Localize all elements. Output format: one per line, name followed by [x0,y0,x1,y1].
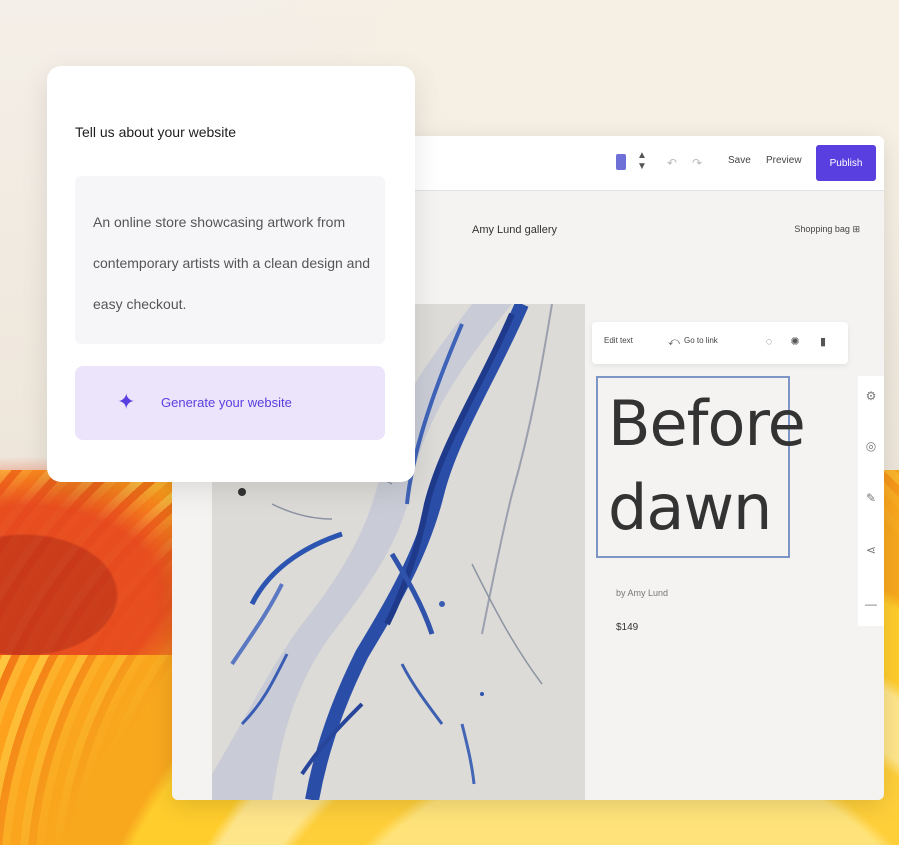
save-button[interactable]: Save [728,155,751,166]
generate-website-label: Generate your website [161,395,292,410]
mobile-icon[interactable] [616,154,626,170]
website-description-text: An online store showcasing artwork from … [93,214,371,312]
site-title[interactable]: Amy Lund gallery [472,224,557,236]
settings-icon[interactable]: ✺ [790,335,800,349]
edit-text-button[interactable]: Edit text [604,336,633,345]
shopping-bag-link[interactable]: Shopping bag ⊞ [794,224,860,235]
website-prompt-card: Tell us about your website An online sto… [47,66,415,482]
delete-icon[interactable]: ▮ [818,335,828,349]
collapse-icon[interactable]: — [865,598,877,610]
editor-side-rail: ⚙ ◎ ✎ ⋖ — [858,376,884,626]
website-description-input[interactable]: An online store showcasing artwork from … [75,176,385,344]
go-to-link-button[interactable]: Go to link [684,336,718,345]
text-edit-toolbar: Edit text ⤺ Go to link ◌ ✺ ▮ [592,322,848,364]
redo-icon[interactable]: ↷ [692,156,702,170]
shopping-bag-label: Shopping bag [794,224,850,234]
comment-icon[interactable]: ◌ [764,335,774,349]
artwork-heading[interactable]: Before dawn [608,382,808,550]
artwork-price[interactable]: $149 [616,622,638,633]
bag-icon: ⊞ [852,224,860,234]
share-icon[interactable]: ⋖ [865,544,877,556]
device-switch-icon[interactable]: ▲ ▼ [637,150,647,174]
publish-button[interactable]: Publish [816,145,876,181]
undo-icon[interactable]: ↶ [667,156,677,170]
card-title: Tell us about your website [75,124,237,140]
artist-byline[interactable]: by Amy Lund [616,588,668,598]
layers-icon[interactable]: ◎ [865,440,877,452]
paint-icon[interactable]: ✎ [865,492,877,504]
settings-gear-icon[interactable]: ⚙ [865,390,877,402]
link-icon[interactable]: ⤺ [668,335,680,349]
sparkle-icon: ✦ [117,389,136,414]
preview-button[interactable]: Preview [766,155,802,166]
generate-website-button[interactable]: ✦ Generate your website [75,366,385,440]
